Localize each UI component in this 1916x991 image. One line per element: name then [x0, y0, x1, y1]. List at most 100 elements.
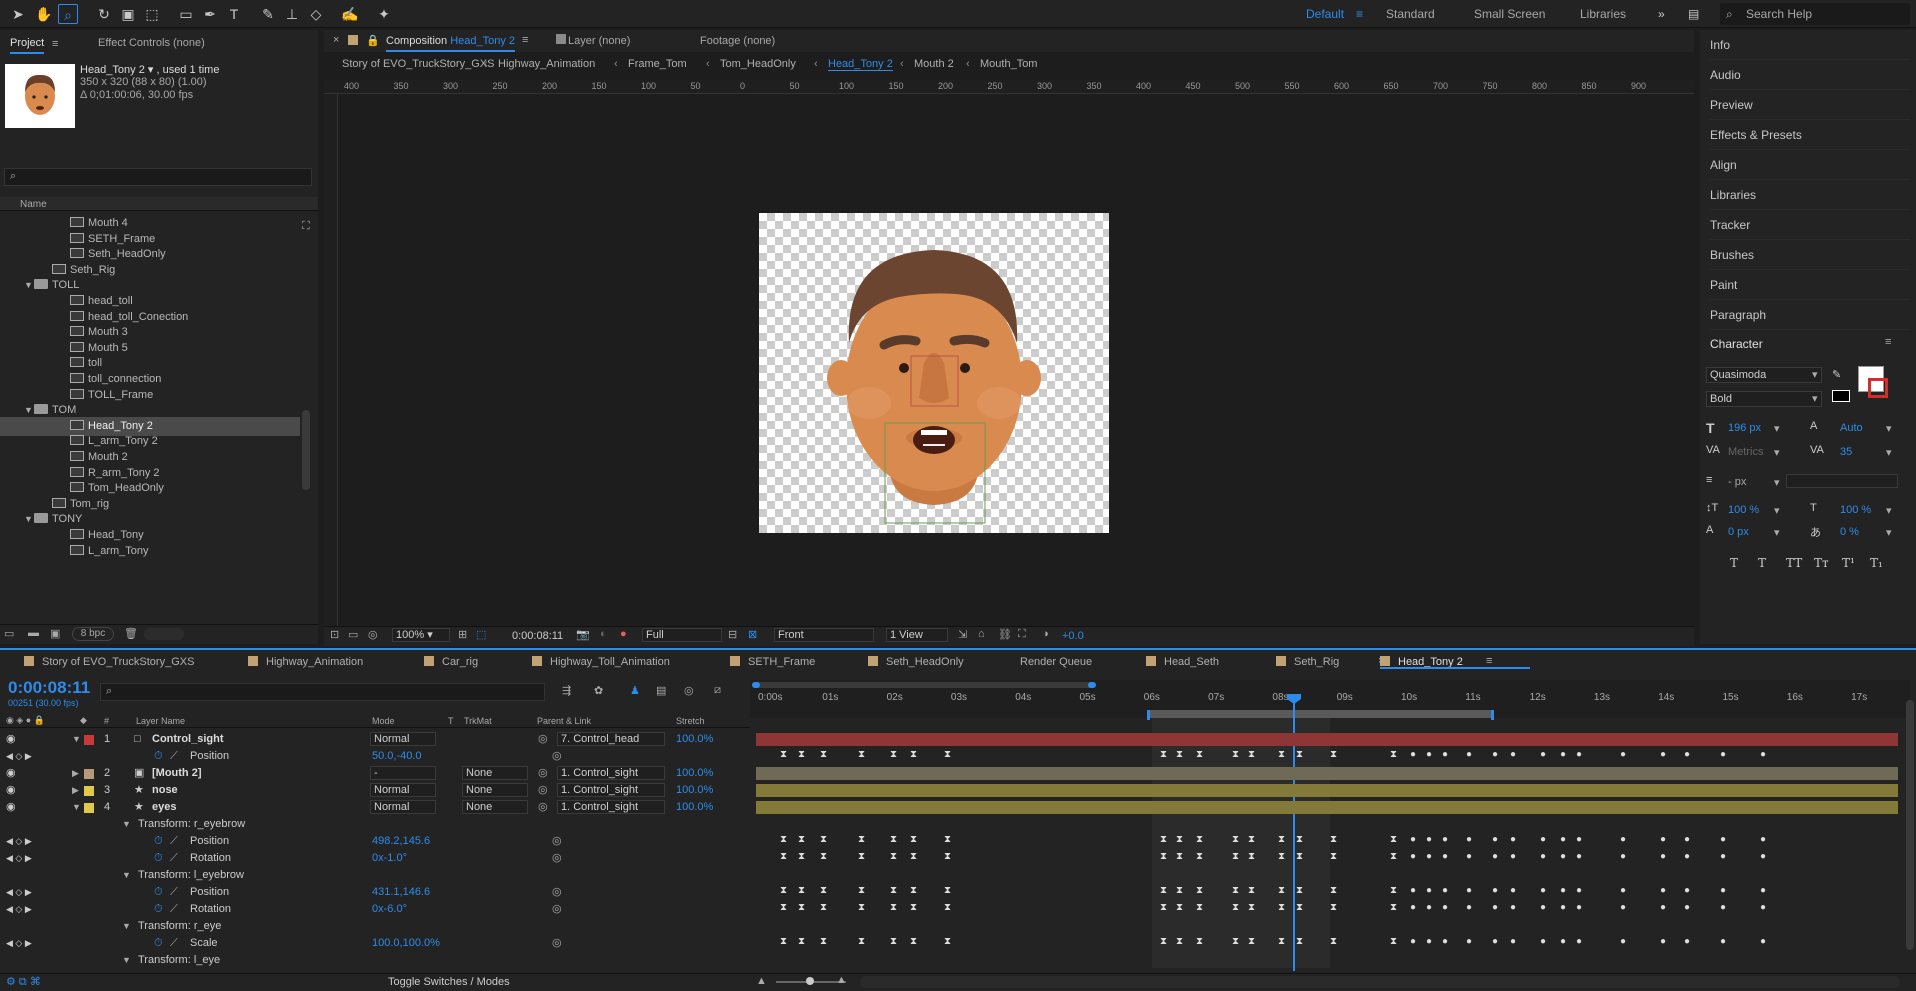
property-group[interactable]: ▼ Transform: r_eyebrow [0, 816, 750, 833]
keyframe-marker[interactable]: ● [1720, 902, 1726, 913]
eye-icon[interactable]: ◉ [6, 765, 16, 782]
black-white-swatch[interactable] [1832, 390, 1850, 402]
keyframe-marker[interactable]: ⧗ [1160, 885, 1167, 896]
graph-editor-icon[interactable]: ⧄ [714, 684, 721, 697]
keyframe-marker[interactable]: ● [1576, 902, 1582, 913]
keyframe-marker[interactable]: ⧗ [1330, 936, 1337, 947]
keyframe-marker[interactable]: ⧗ [780, 885, 787, 896]
keyframe-marker[interactable]: ⧗ [944, 851, 951, 862]
work-area-end[interactable] [1491, 710, 1494, 720]
keyframe-marker[interactable]: ⧗ [1248, 851, 1255, 862]
mask-visibility-icon[interactable]: ▭ [348, 628, 358, 641]
stretch-value[interactable]: 100.0% [676, 731, 713, 748]
pen-tool-icon[interactable]: ✒ [200, 4, 220, 24]
project-comp-item[interactable]: L_arm_Tony [0, 542, 300, 561]
property-row[interactable]: ◀ ◇ ▶ ⏱ ⟋ Scale 100.0,100.0% ◎ [0, 935, 750, 952]
keyframe-marker[interactable]: ⧗ [910, 749, 917, 760]
stopwatch-icon[interactable]: ⏱ [154, 884, 163, 901]
stopwatch-icon[interactable]: ⏱ [154, 935, 163, 952]
expression-icon[interactable]: ◎ [552, 850, 562, 867]
keyframe-marker[interactable]: ● [1492, 936, 1498, 947]
column-trkmat[interactable]: TrkMat [464, 716, 492, 726]
track-matte-dropdown[interactable]: None [462, 783, 528, 797]
keyframe-marker[interactable]: ⧗ [1160, 902, 1167, 913]
keyframe-marker[interactable]: ⧗ [1196, 902, 1203, 913]
stopwatch-icon[interactable]: ⏱ [154, 850, 163, 867]
keyframe-navigator-icon[interactable]: ◀ ◇ ▶ [6, 884, 32, 901]
blend-mode-dropdown[interactable]: Normal [370, 800, 436, 814]
reset-exposure-icon[interactable]: ◑ [1042, 628, 1049, 640]
timeline-tab[interactable]: Highway_Toll_Animation [532, 653, 670, 671]
keyframe-marker[interactable]: ● [1560, 885, 1566, 896]
work-area-start[interactable] [1147, 710, 1150, 720]
keyframe-marker[interactable]: ⧗ [1330, 902, 1337, 913]
keyframe-marker[interactable]: ⧗ [1196, 851, 1203, 862]
keyframe-marker[interactable]: ● [1466, 885, 1472, 896]
work-area-bar[interactable] [1147, 710, 1494, 718]
puppet-pin-tool-icon[interactable]: ✦ [374, 4, 394, 24]
keyframe-marker[interactable]: ⧗ [798, 749, 805, 760]
keyframe-navigator-icon[interactable]: ◀ ◇ ▶ [6, 901, 32, 918]
pick-whip-icon[interactable]: ◎ [538, 799, 548, 816]
bit-depth-button[interactable]: 8 bpc [72, 627, 114, 641]
workspace-standard[interactable]: Standard [1386, 7, 1435, 21]
leading-value[interactable]: Auto [1840, 422, 1863, 434]
resolution-dropdown[interactable]: Full [642, 628, 722, 642]
expand-triangle-icon[interactable]: ▼ [72, 799, 81, 816]
property-value[interactable]: 0x-1.0° [372, 850, 407, 867]
tracking-value[interactable]: 35 [1840, 446, 1852, 458]
property-value[interactable]: 100.0,100.0% [372, 935, 440, 952]
keyframe-marker[interactable]: ⧗ [1196, 834, 1203, 845]
keyframe-marker[interactable]: ● [1410, 834, 1416, 845]
blend-mode-dropdown[interactable]: - [370, 766, 436, 780]
keyframe-marker[interactable]: ● [1492, 885, 1498, 896]
chevron-down-icon[interactable]: ▾ [1886, 504, 1892, 517]
keyframe-marker[interactable]: ● [1492, 902, 1498, 913]
tab-layer[interactable]: Layer (none) [568, 35, 630, 47]
keyframe-marker[interactable]: ● [1410, 936, 1416, 947]
rotate-tool-icon[interactable]: ↻ [94, 4, 114, 24]
panel-menu-icon[interactable]: ≡ [522, 34, 528, 46]
timeline-scrollbar[interactable] [860, 976, 1900, 988]
chevron-down-icon[interactable]: ▾ [1774, 446, 1780, 459]
keyframe-marker[interactable]: ● [1540, 902, 1546, 913]
trash-icon[interactable]: 🗑 [124, 627, 138, 640]
chevron-down-icon[interactable]: ▾ [1774, 504, 1780, 517]
keyframe-marker[interactable]: ● [1720, 834, 1726, 845]
layer-row[interactable]: ◉ ▼ 4 ★ eyes Normal None ◎ 1. Control_sight 100.0… [0, 799, 750, 816]
keyframe-marker[interactable]: ⧗ [1232, 851, 1239, 862]
keyframe-marker[interactable]: ● [1660, 936, 1666, 947]
layer-name[interactable]: eyes [152, 799, 176, 816]
more-workspaces-icon[interactable]: » [1658, 7, 1665, 21]
stopwatch-icon[interactable]: ⏱ [154, 748, 163, 765]
keyframe-marker[interactable]: ● [1442, 851, 1448, 862]
frame-blending-icon[interactable]: ▤ [656, 684, 666, 697]
layer-row[interactable]: ◉ ▶ 3 ★ nose Normal None ◎ 1. Control_sight 100.0… [0, 782, 750, 799]
parent-dropdown[interactable]: 1. Control_sight [557, 766, 665, 780]
timeline-tab[interactable]: Seth_HeadOnly [868, 653, 964, 671]
keyframe-marker[interactable]: ● [1660, 885, 1666, 896]
keyframe-marker[interactable]: ● [1576, 885, 1582, 896]
keyframe-marker[interactable]: ⧗ [1232, 902, 1239, 913]
keyframe-marker[interactable]: ⧗ [1390, 749, 1397, 760]
keyframe-marker[interactable]: ⧗ [858, 902, 865, 913]
keyframe-marker[interactable]: ⧗ [820, 902, 827, 913]
expand-triangle-icon[interactable]: ▼ [122, 816, 131, 833]
keyframe-marker[interactable]: ⧗ [820, 834, 827, 845]
keyframe-marker[interactable]: ● [1510, 834, 1516, 845]
keyframe-marker[interactable]: ● [1720, 885, 1726, 896]
zoom-tool-icon[interactable]: ⌕ [58, 4, 78, 24]
keyframe-marker[interactable]: ● [1426, 851, 1432, 862]
keyframe-marker[interactable]: ⧗ [1196, 749, 1203, 760]
baseline-shift-value[interactable]: 0 px [1728, 526, 1749, 538]
keyframe-marker[interactable]: ● [1660, 749, 1666, 760]
expression-icon[interactable]: ◎ [552, 884, 562, 901]
property-row[interactable]: ◀ ◇ ▶ ⏱ ⟋ Rotation 0x-6.0° ◎ [0, 901, 750, 918]
layer-label-color[interactable] [84, 803, 94, 813]
navigator-start-handle[interactable] [752, 682, 760, 688]
keyframe-marker[interactable]: ⧗ [1330, 851, 1337, 862]
keyframe-marker[interactable]: ⧗ [858, 936, 865, 947]
flowchart-icon[interactable]: ⛶ [302, 220, 310, 233]
chevron-down-icon[interactable]: ▾ [1886, 526, 1892, 539]
toggle-switches-modes[interactable]: Toggle Switches / Modes [388, 976, 510, 988]
